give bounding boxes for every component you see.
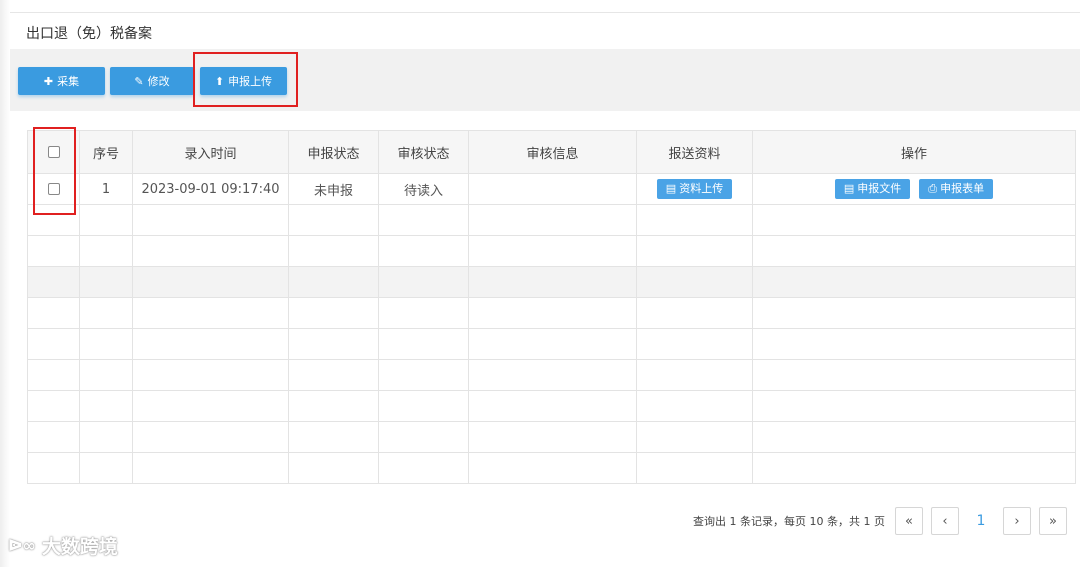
current-page[interactable]: 1: [967, 507, 995, 535]
pager-summary: 查询出 1 条记录，每页 10 条，共 1 页: [693, 515, 885, 528]
upload-material-button[interactable]: ▤ 资料上传: [656, 179, 733, 199]
watermark: ᐉ∞ 大数跨境: [8, 532, 118, 559]
declare-upload-label: 申报上传: [228, 75, 273, 88]
header-review-info: 审核信息: [468, 130, 637, 174]
app-window: 出口退（免）税备案 ✚ 采集 ✎ 修改 ⬆ 申报上传 序号 录入时间 申报状态 …: [0, 0, 1080, 567]
header-review-status: 审核状态: [378, 130, 469, 174]
last-page-button[interactable]: »: [1038, 507, 1067, 535]
title-bar: 出口退（免）税备案: [10, 12, 1080, 49]
select-all-checkbox[interactable]: [47, 146, 60, 158]
header-submit-material: 报送资料: [636, 130, 753, 174]
file-icon: ▤: [665, 182, 677, 195]
page-title: 出口退（免）税备案: [26, 26, 152, 42]
empty-row: [27, 204, 1076, 236]
file-icon: ▤: [843, 182, 855, 195]
header-index: 序号: [79, 130, 133, 174]
empty-row: [27, 328, 1076, 360]
row-index: 1: [79, 173, 133, 205]
edit-button[interactable]: ✎ 修改: [110, 67, 194, 95]
row-select-cell: [27, 173, 80, 205]
window-edge: [0, 0, 10, 567]
select-all-cell: [27, 130, 80, 174]
table-row[interactable]: 1 2023-09-01 09:17:40 未申报 待读入 ▤ 资料上传 ▤ 申报文…: [27, 173, 1076, 205]
empty-row: [27, 235, 1076, 267]
empty-row: [27, 452, 1076, 484]
declare-file-button[interactable]: ▤ 申报文件: [834, 179, 911, 199]
empty-row: [27, 390, 1076, 422]
dashuju-logo-icon: ᐉ∞: [8, 536, 36, 555]
header-declare-status: 申报状态: [288, 130, 379, 174]
row-entry-time: 2023-09-01 09:17:40: [132, 173, 289, 205]
records-table: 序号 录入时间 申报状态 审核状态 审核信息 报送资料 操作 1 2023-09…: [27, 130, 1076, 484]
prev-page-button[interactable]: ‹: [930, 507, 959, 535]
watermark-text: 大数跨境: [41, 536, 118, 558]
header-actions: 操作: [752, 130, 1076, 174]
edit-icon: ✎: [134, 74, 144, 88]
toolbar: ✚ 采集 ✎ 修改 ⬆ 申报上传: [10, 49, 1080, 111]
empty-row: [27, 421, 1076, 453]
empty-row: [27, 266, 1076, 298]
row-declare-status: 未申报: [288, 173, 379, 205]
row-review-info: [468, 173, 637, 205]
declare-file-label: 申报文件: [857, 182, 902, 195]
row-review-status: 待读入: [378, 173, 469, 205]
chevron-left-icon: ‹: [942, 513, 948, 529]
empty-row: [27, 359, 1076, 391]
row-material-cell: ▤ 资料上传: [636, 173, 753, 205]
declare-form-label: 申报表单: [940, 182, 985, 195]
declare-upload-button[interactable]: ⬆ 申报上传: [200, 67, 287, 95]
declare-form-button[interactable]: ⎙ 申报表单: [919, 179, 994, 199]
first-page-button[interactable]: «: [894, 507, 923, 535]
add-button-label: 采集: [57, 75, 80, 88]
next-page-button[interactable]: ›: [1002, 507, 1031, 535]
empty-row: [27, 297, 1076, 329]
print-icon: ⎙: [928, 182, 938, 195]
first-page-icon: «: [905, 513, 913, 529]
edit-button-label: 修改: [147, 75, 170, 88]
upload-icon: ⬆: [214, 74, 225, 88]
add-button[interactable]: ✚ 采集: [18, 67, 105, 95]
chevron-right-icon: ›: [1014, 513, 1020, 529]
table-header-row: 序号 录入时间 申报状态 审核状态 审核信息 报送资料 操作: [27, 130, 1076, 174]
last-page-icon: »: [1049, 513, 1057, 529]
plus-icon: ✚: [43, 74, 54, 88]
upload-material-label: 资料上传: [679, 182, 724, 195]
row-checkbox[interactable]: [47, 183, 60, 195]
pagination: 查询出 1 条记录，每页 10 条，共 1 页 « ‹ 1 › »: [693, 506, 1067, 536]
row-actions-cell: ▤ 申报文件 ⎙ 申报表单: [752, 173, 1076, 205]
header-entry-time: 录入时间: [132, 130, 289, 174]
